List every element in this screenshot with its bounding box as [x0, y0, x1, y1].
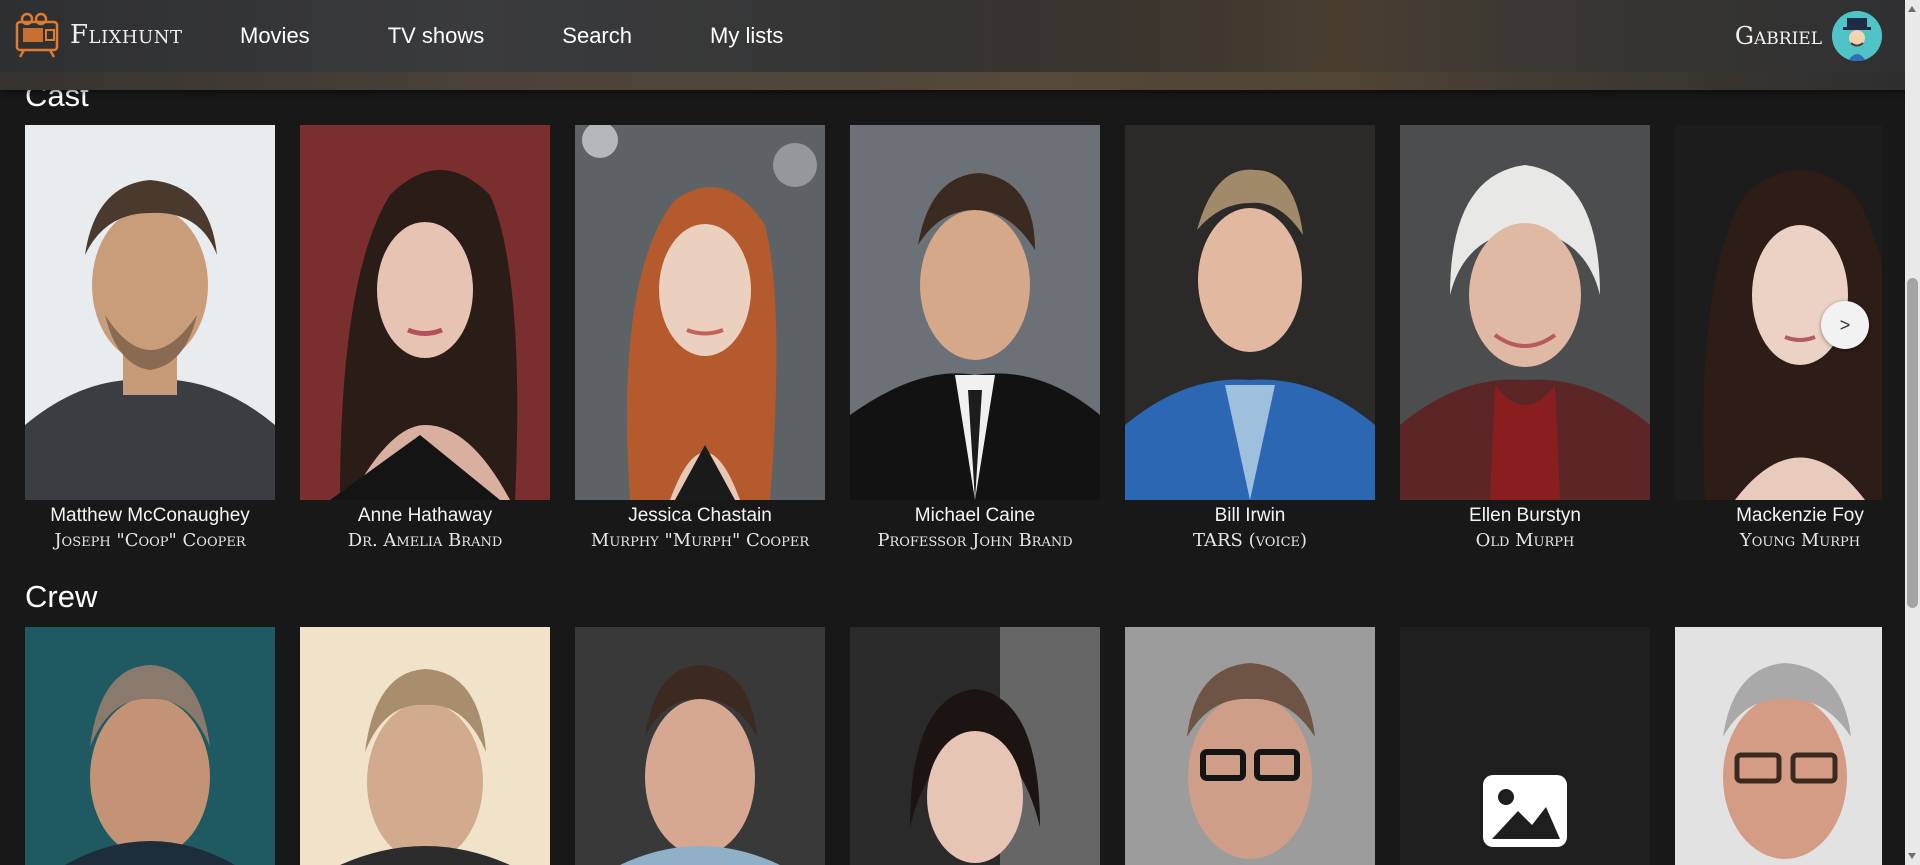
- crew-photo: [1675, 627, 1882, 865]
- nav-my-lists[interactable]: My lists: [710, 23, 783, 49]
- image-placeholder-icon: [1483, 775, 1567, 847]
- crew-photo: [25, 627, 275, 865]
- crew-photo: [575, 627, 825, 865]
- app-name: Flixhunt: [70, 20, 183, 50]
- crew-card[interactable]: [1125, 627, 1375, 865]
- page-scrollbar[interactable]: [1905, 0, 1920, 865]
- cast-photo: [300, 125, 550, 500]
- cast-next-button[interactable]: >: [1821, 301, 1869, 349]
- cast-role: Young Murph: [1739, 530, 1861, 551]
- film-projector-icon: [15, 12, 59, 58]
- scroll-up-icon[interactable]: [1908, 6, 1916, 12]
- crew-card[interactable]: [1400, 627, 1650, 865]
- crew-row: [25, 627, 1882, 865]
- cast-photo: [1125, 125, 1375, 500]
- cast-name: Michael Caine: [914, 505, 1036, 526]
- cast-name: Bill Irwin: [1214, 505, 1286, 526]
- cast-name: Matthew McConaughey: [50, 505, 250, 526]
- cast-role: Joseph "Coop" Cooper: [54, 530, 246, 551]
- nav-movies[interactable]: Movies: [240, 23, 310, 49]
- main-nav: Movies TV shows Search My lists: [240, 0, 861, 72]
- top-navigation-bar: Flixhunt Movies TV shows Search My lists…: [0, 0, 1920, 90]
- cast-role: Professor John Brand: [877, 530, 1073, 551]
- crew-photo: [1125, 627, 1375, 865]
- cast-row: Matthew McConaughey Joseph "Coop" Cooper…: [25, 125, 1882, 575]
- avatar[interactable]: [1832, 11, 1882, 61]
- crew-card[interactable]: [1675, 627, 1882, 865]
- scroll-down-icon[interactable]: [1908, 853, 1916, 859]
- nav-tv-shows[interactable]: TV shows: [388, 23, 485, 49]
- crew-photo: [300, 627, 550, 865]
- cast-card[interactable]: Ellen Burstyn Old Murph: [1400, 125, 1650, 554]
- cast-name: Anne Hathaway: [357, 505, 493, 526]
- cast-name: Ellen Burstyn: [1469, 505, 1581, 526]
- user-name: Gabriel: [1734, 22, 1822, 50]
- cast-card[interactable]: Anne Hathaway Dr. Amelia Brand: [300, 125, 550, 554]
- crew-photo: [850, 627, 1100, 865]
- cast-photo: [575, 125, 825, 500]
- cast-role: Murphy "Murph" Cooper: [590, 530, 810, 551]
- cast-role: Old Murph: [1475, 530, 1575, 551]
- crew-card[interactable]: [850, 627, 1100, 865]
- user-avatar-icon: [1832, 11, 1882, 61]
- cast-card[interactable]: Jessica Chastain Murphy "Murph" Cooper: [575, 125, 825, 554]
- crew-photo-placeholder: [1400, 627, 1650, 865]
- cast-photo: [850, 125, 1100, 500]
- scrollbar-thumb[interactable]: [1907, 278, 1918, 608]
- cast-name: Jessica Chastain: [628, 505, 772, 526]
- crew-heading: Crew: [25, 579, 98, 614]
- app-logo[interactable]: Flixhunt: [14, 12, 183, 58]
- crew-card[interactable]: [300, 627, 550, 865]
- cast-card[interactable]: Bill Irwin TARS (voice): [1125, 125, 1375, 554]
- cast-role: Dr. Amelia Brand: [347, 530, 503, 551]
- crew-card[interactable]: [575, 627, 825, 865]
- crew-card[interactable]: [25, 627, 275, 865]
- cast-photo: [25, 125, 275, 500]
- cast-card[interactable]: Michael Caine Professor John Brand: [850, 125, 1100, 554]
- user-menu[interactable]: Gabriel: [1735, 10, 1882, 62]
- cast-card[interactable]: Matthew McConaughey Joseph "Coop" Cooper: [25, 125, 275, 554]
- cast-role: TARS (voice): [1192, 530, 1308, 551]
- nav-search[interactable]: Search: [562, 23, 632, 49]
- cast-photo: [1400, 125, 1650, 500]
- app-root: Flixhunt Movies TV shows Search My lists…: [0, 0, 1920, 865]
- cast-name: Mackenzie Foy: [1736, 505, 1864, 526]
